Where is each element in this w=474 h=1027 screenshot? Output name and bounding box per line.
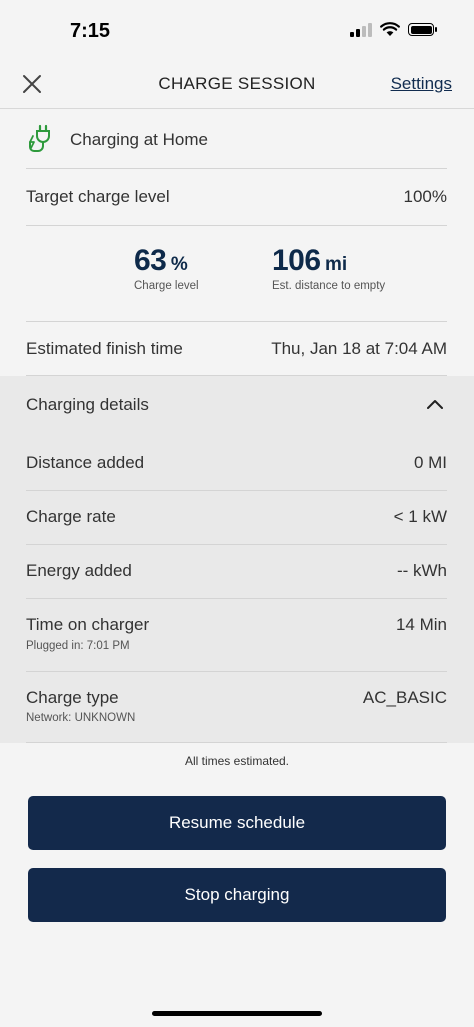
distance-caption: Est. distance to empty [272, 280, 386, 292]
distance-unit: mi [325, 254, 348, 275]
charge-stats: 63 % Charge level 106 mi Est. distance t… [26, 226, 447, 322]
status-time: 7:15 [70, 20, 111, 42]
charging-details-title: Charging details [26, 395, 149, 414]
settings-link[interactable]: Settings [391, 74, 452, 94]
target-charge-row[interactable]: Target charge level 100% [26, 169, 447, 226]
detail-row-charge-type: Charge type AC_BASIC Network: UNKNOWN [26, 672, 447, 743]
charge-level-number: 63 [134, 244, 167, 277]
finish-time-value: Thu, Jan 18 at 7:04 AM [271, 339, 447, 358]
detail-value: 0 MI [413, 453, 447, 472]
detail-label: Time on charger [26, 615, 150, 634]
distance-stat: 106 mi Est. distance to empty [272, 244, 385, 292]
detail-row-distance-added: Distance added 0 MI [26, 434, 447, 491]
target-charge-label: Target charge level [26, 187, 170, 206]
status-icons [350, 22, 437, 37]
estimate-note: All times estimated. [184, 754, 290, 768]
detail-row-energy-added: Energy added -- kWh [26, 545, 447, 599]
distance-number: 106 [272, 244, 321, 277]
detail-value: -- kWh [396, 561, 447, 580]
header: CHARGE SESSION Settings [0, 62, 474, 109]
detail-label: Charge rate [26, 507, 116, 526]
finish-time-label: Estimated finish time [26, 339, 183, 358]
target-charge-value: 100% [403, 187, 447, 206]
chevron-up-icon[interactable] [427, 398, 443, 410]
detail-row-charge-rate: Charge rate < 1 kW [26, 491, 447, 545]
wifi-icon [380, 22, 400, 36]
status-bar: 7:15 [0, 0, 474, 62]
detail-row-time-on-charger: Time on charger 14 Min Plugged in: 7:01 … [26, 599, 447, 672]
detail-value: AC_BASIC [362, 688, 447, 707]
charge-level-unit: % [170, 254, 188, 275]
home-indicator[interactable] [152, 1011, 322, 1016]
detail-value: 14 Min [395, 615, 447, 634]
charging-details-toggle[interactable]: Charging details [26, 376, 447, 434]
battery-icon [408, 23, 437, 36]
detail-subtext: Plugged in: 7:01 PM [26, 640, 130, 652]
detail-subtext: Network: UNKNOWN [26, 712, 136, 724]
stop-charging-button[interactable]: Stop charging [28, 868, 446, 922]
charge-level-caption: Charge level [134, 280, 199, 292]
finish-time-row: Estimated finish time Thu, Jan 18 at 7:0… [26, 322, 447, 376]
plug-icon [29, 124, 50, 152]
detail-label: Energy added [26, 561, 132, 580]
detail-label: Distance added [26, 453, 145, 472]
charge-level-stat: 63 % Charge level [134, 244, 199, 292]
location-label: Charging at Home [70, 130, 208, 149]
resume-schedule-button[interactable]: Resume schedule [28, 796, 446, 850]
signal-icon [350, 22, 372, 37]
detail-label: Charge type [26, 688, 119, 707]
detail-value: < 1 kW [393, 507, 447, 526]
location-row: Charging at Home [26, 112, 447, 169]
